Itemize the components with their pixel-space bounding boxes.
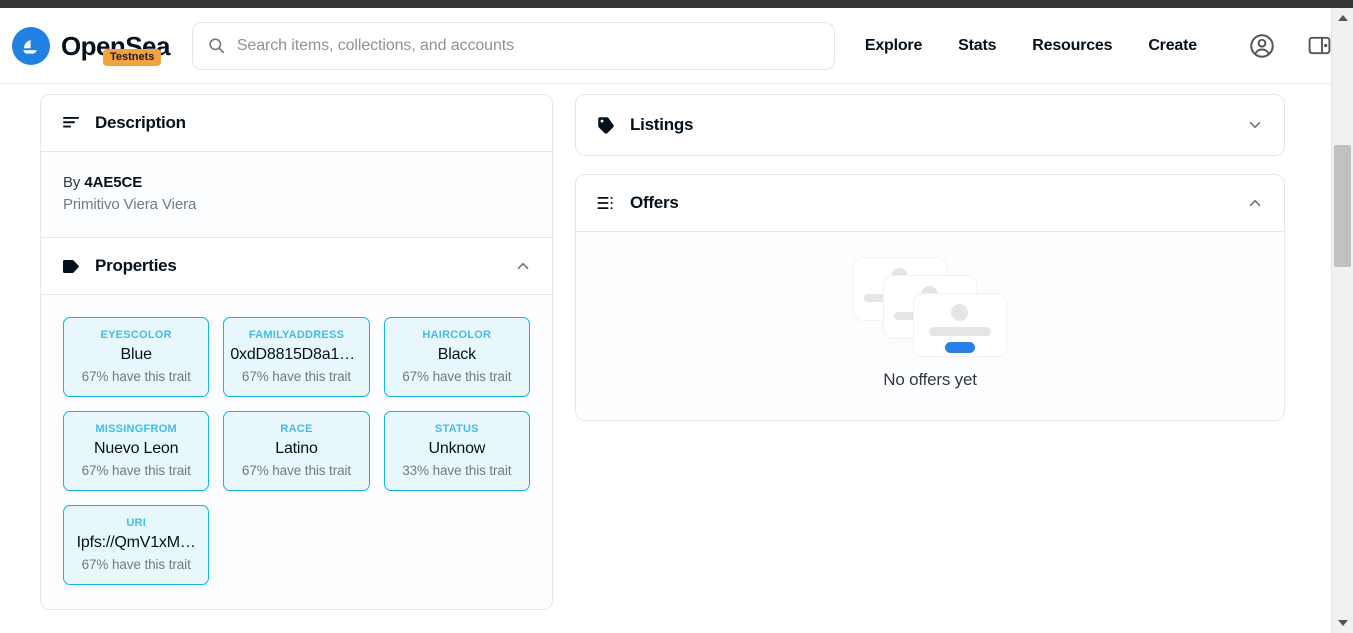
scrollbar-up-button[interactable] bbox=[1332, 8, 1353, 28]
placeholder-avatar bbox=[951, 304, 968, 321]
trait-rarity: 67% have this trait bbox=[402, 369, 512, 384]
triangle-up-icon bbox=[1337, 15, 1348, 21]
trait-rarity: 67% have this trait bbox=[241, 369, 352, 384]
nav-link-stats[interactable]: Stats bbox=[958, 37, 996, 55]
properties-card: Properties EYESCOLOR Blue 67% have this … bbox=[40, 237, 553, 610]
trait-value: Ipfs://QmV1xM… bbox=[76, 534, 196, 551]
description-card: Description By 4AE5CE Primitivo Viera Vi… bbox=[40, 94, 553, 237]
browser-top-strip bbox=[0, 0, 1353, 8]
site-header: OpenSea Testnets Explore Stats Resources… bbox=[0, 8, 1331, 84]
testnets-badge: Testnets bbox=[103, 48, 162, 67]
description-card-title: Description bbox=[95, 113, 186, 132]
offers-card-header[interactable]: Offers bbox=[576, 175, 1284, 231]
nav-link-resources[interactable]: Resources bbox=[1032, 37, 1112, 55]
offers-card: Offers No offers yet bbox=[575, 174, 1285, 421]
trait-value: Blue bbox=[120, 346, 152, 363]
search-input[interactable] bbox=[236, 36, 820, 55]
primary-nav: Explore Stats Resources Create bbox=[865, 37, 1197, 55]
description-card-header[interactable]: Description bbox=[41, 95, 552, 151]
search-icon bbox=[207, 36, 226, 55]
trait-value: Latino bbox=[275, 440, 318, 457]
list-bullet-icon bbox=[596, 193, 616, 213]
trait-card[interactable]: URI Ipfs://QmV1xM… 67% have this trait bbox=[63, 505, 210, 585]
trait-value: Black bbox=[437, 346, 476, 363]
trait-card[interactable]: MISSINGFROM Nuevo Leon 67% have this tra… bbox=[63, 411, 210, 491]
description-by-prefix: By bbox=[63, 174, 85, 191]
trait-value: Nuevo Leon bbox=[94, 440, 179, 457]
listings-card: Listings bbox=[575, 94, 1285, 156]
scrollbar-thumb[interactable] bbox=[1334, 145, 1351, 267]
description-text: Primitivo Viera Viera bbox=[63, 196, 197, 213]
chevron-down-icon[interactable] bbox=[1246, 116, 1264, 134]
trait-card[interactable]: STATUS Unknow 33% have this trait bbox=[383, 411, 530, 491]
offers-empty-text: No offers yet bbox=[883, 370, 977, 389]
right-column: Listings Offers No offers yet bbox=[575, 94, 1285, 421]
page-viewport: OpenSea Testnets Explore Stats Resources… bbox=[0, 8, 1331, 633]
trait-rarity: 67% have this trait bbox=[241, 463, 352, 478]
trait-value: Unknow bbox=[428, 440, 486, 457]
stacked-cards-icon bbox=[854, 258, 1006, 356]
trait-type: URI bbox=[126, 517, 147, 529]
properties-card-title: Properties bbox=[95, 256, 177, 275]
description-author: By 4AE5CE bbox=[63, 174, 530, 191]
description-card-body: By 4AE5CE Primitivo Viera Viera bbox=[41, 151, 552, 237]
brand-logo-group[interactable]: OpenSea Testnets bbox=[12, 26, 170, 67]
item-detail-content: Description By 4AE5CE Primitivo Viera Vi… bbox=[0, 84, 1331, 633]
left-column: Description By 4AE5CE Primitivo Viera Vi… bbox=[40, 94, 553, 610]
traits-grid: EYESCOLOR Blue 67% have this trait FAMIL… bbox=[63, 317, 530, 585]
offers-card-title: Offers bbox=[630, 193, 679, 212]
offers-empty-state: No offers yet bbox=[576, 231, 1284, 420]
trait-value: 0xdD8815D8a1F… bbox=[230, 346, 363, 363]
trait-type: STATUS bbox=[434, 423, 479, 435]
scrollbar-down-button[interactable] bbox=[1332, 613, 1353, 633]
page-scrollbar[interactable] bbox=[1331, 8, 1353, 633]
trait-type: EYESCOLOR bbox=[100, 329, 172, 341]
trait-rarity: 33% have this trait bbox=[402, 463, 512, 478]
listings-card-header[interactable]: Listings bbox=[576, 95, 1284, 155]
listings-card-title: Listings bbox=[630, 115, 694, 134]
list-lines-icon bbox=[61, 113, 81, 133]
trait-type: RACE bbox=[280, 423, 313, 435]
trait-card[interactable]: FAMILYADDRESS 0xdD8815D8a1F… 67% have th… bbox=[223, 317, 370, 397]
properties-card-body: EYESCOLOR Blue 67% have this trait FAMIL… bbox=[41, 294, 552, 609]
trait-type: MISSINGFROM bbox=[95, 423, 177, 435]
chevron-up-icon[interactable] bbox=[514, 257, 532, 275]
nav-link-create[interactable]: Create bbox=[1148, 37, 1197, 55]
nav-link-explore[interactable]: Explore bbox=[865, 37, 922, 55]
description-author-name[interactable]: 4AE5CE bbox=[84, 174, 142, 191]
opensea-sailboat-logo-icon bbox=[12, 26, 50, 65]
triangle-down-icon bbox=[1337, 620, 1348, 626]
trait-rarity: 67% have this trait bbox=[81, 369, 191, 384]
properties-card-header[interactable]: Properties bbox=[41, 238, 552, 294]
placeholder-bar bbox=[929, 327, 991, 336]
placeholder-button bbox=[945, 342, 975, 353]
trait-type: FAMILYADDRESS bbox=[248, 329, 345, 341]
chevron-up-icon[interactable] bbox=[1246, 194, 1264, 212]
price-tag-icon bbox=[596, 115, 616, 135]
trait-card[interactable]: HAIRCOLOR Black 67% have this trait bbox=[383, 317, 530, 397]
trait-rarity: 67% have this trait bbox=[81, 463, 191, 478]
account-icon[interactable] bbox=[1247, 31, 1277, 61]
trait-card[interactable]: EYESCOLOR Blue 67% have this trait bbox=[63, 317, 210, 397]
search-bar[interactable] bbox=[191, 21, 835, 70]
trait-rarity: 67% have this trait bbox=[81, 557, 191, 572]
tag-filled-icon bbox=[61, 256, 81, 276]
header-icon-group bbox=[1247, 31, 1331, 61]
trait-card[interactable]: RACE Latino 67% have this trait bbox=[223, 411, 370, 491]
empty-card-front bbox=[914, 294, 1006, 356]
wallet-icon[interactable] bbox=[1305, 31, 1331, 61]
trait-type: HAIRCOLOR bbox=[422, 329, 492, 341]
